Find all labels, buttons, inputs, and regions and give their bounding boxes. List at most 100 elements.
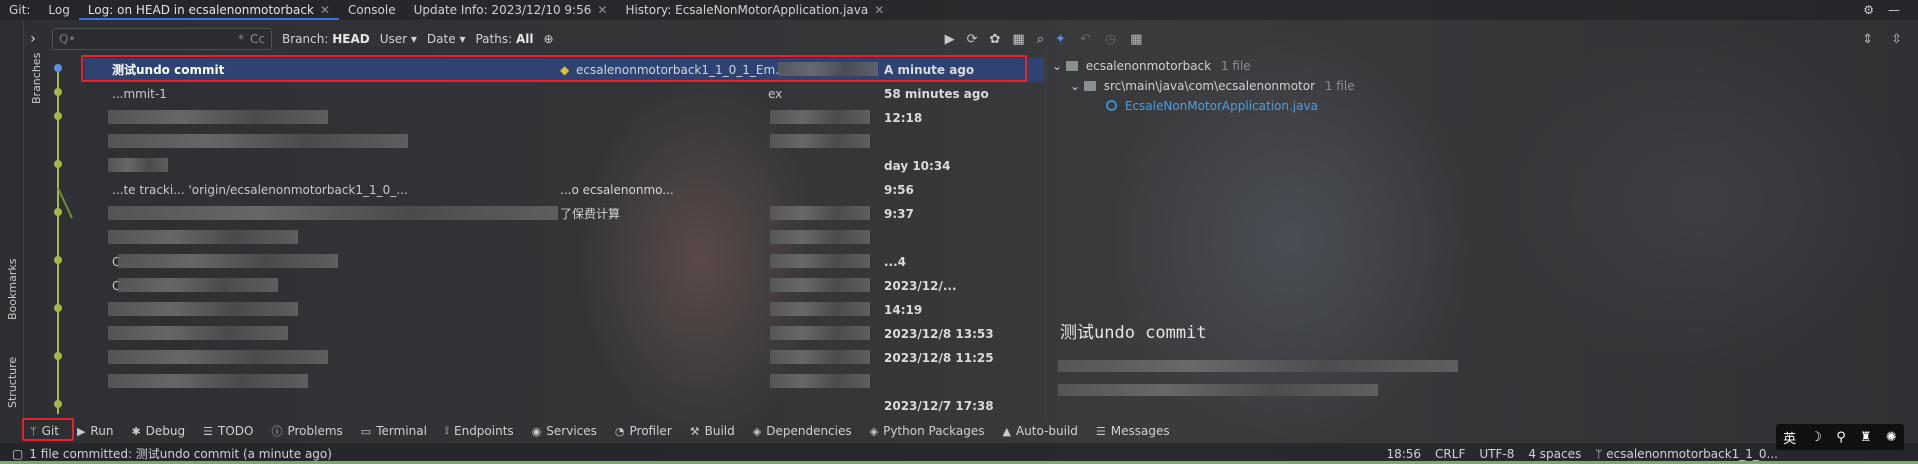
- toolwindow-label: Debug: [145, 424, 186, 438]
- toolwindow-profiler[interactable]: ◔ Profiler: [615, 424, 672, 438]
- tab-log-head[interactable]: Log: on HEAD in ecsalenonmotorback ✕: [78, 0, 339, 20]
- search-box[interactable]: * Cc: [52, 28, 272, 50]
- chevron-right-icon[interactable]: ›: [24, 31, 42, 47]
- grid-icon[interactable]: ▦: [1012, 32, 1024, 47]
- table-row[interactable]: ...te tracki... 'origin/ecsalenonmotorba…: [84, 178, 1044, 202]
- toolwindow-auto-build[interactable]: ▲ Auto-build: [1003, 424, 1078, 438]
- cherry-pick-icon[interactable]: ✿: [990, 32, 1001, 47]
- toolwindow-terminal[interactable]: ▭ Terminal: [361, 424, 427, 438]
- new-tab-icon[interactable]: ⊕: [543, 32, 553, 46]
- dependencies-icon: ◈: [752, 424, 762, 438]
- commit-message: ...te tracki... 'origin/ecsalenonmotorba…: [112, 183, 408, 197]
- file-encoding[interactable]: UTF-8: [1479, 447, 1514, 461]
- user-filter-label: User: [379, 32, 408, 46]
- graph-node: [54, 352, 62, 360]
- status-bar: ▢ 1 file committed: 测试undo commit (a min…: [0, 443, 1918, 464]
- terminal-icon: ▭: [360, 424, 372, 438]
- line-separator[interactable]: CRLF: [1435, 447, 1465, 461]
- redacted-author: [770, 206, 870, 220]
- commit-date: 58 minutes ago: [884, 87, 989, 101]
- refresh-icon[interactable]: ⟳: [967, 32, 978, 47]
- bookmarks-tab[interactable]: Bookmarks: [6, 259, 19, 320]
- toolwindow-dependencies[interactable]: ◈ Dependencies: [753, 424, 852, 438]
- ime-language[interactable]: 英: [1783, 428, 1796, 447]
- toolwindow-problems[interactable]: ⓘ Problems: [271, 423, 342, 439]
- commit-date: ...4: [884, 255, 907, 269]
- chevron-down-icon[interactable]: ⌄: [1070, 79, 1080, 93]
- case-toggle[interactable]: Cc: [250, 32, 265, 46]
- tab-history[interactable]: History: EcsaleNonMotorApplication.java ✕: [616, 0, 893, 20]
- git-branch[interactable]: ᛘ ecsalenonmotorback1_1_0...: [1595, 447, 1778, 461]
- collapse-all-icon[interactable]: ⇳: [1891, 32, 1902, 47]
- close-icon[interactable]: ✕: [874, 3, 884, 17]
- commit-date: 2023/12/8 13:53: [884, 327, 994, 341]
- tree-file[interactable]: EcsaleNonMotorApplication.java: [1052, 96, 1355, 116]
- table-row[interactable]: day 10:34: [84, 154, 1044, 178]
- redacted-text: [108, 110, 328, 124]
- log-toolbar: › * Cc Branch: HEAD User ▾ Date ▾ Paths:…: [24, 26, 1044, 52]
- toolwindow-build[interactable]: ⚒ Build: [690, 424, 735, 438]
- logo-icon[interactable]: ✺: [1886, 430, 1897, 445]
- toolwindow-debug[interactable]: ✱ Debug: [131, 424, 185, 438]
- tab-log[interactable]: Log: [39, 0, 78, 20]
- grid-icon[interactable]: ▦: [1130, 32, 1142, 47]
- user-icon[interactable]: ⚲: [1836, 430, 1846, 445]
- table-row[interactable]: ...mmit-1 ex 58 minutes ago: [84, 82, 1044, 106]
- gear-icon[interactable]: ⚙: [1863, 3, 1874, 17]
- git-tool-title: Git:: [9, 3, 31, 17]
- branch-filter-label: Branch:: [282, 32, 329, 46]
- structure-tab[interactable]: Structure: [6, 357, 19, 408]
- toolwindow-services[interactable]: ◉ Services: [532, 424, 597, 438]
- pin-icon[interactable]: ✦: [1055, 32, 1066, 47]
- regex-icon[interactable]: *: [238, 32, 244, 46]
- status-message[interactable]: 1 file committed: 测试undo commit (a minut…: [29, 445, 332, 462]
- profiler-icon: ◔: [614, 424, 625, 438]
- minimize-icon[interactable]: —: [1888, 3, 1900, 17]
- search-input[interactable]: [59, 32, 233, 46]
- date-filter[interactable]: Date ▾: [427, 32, 466, 46]
- cursor-position[interactable]: 18:56: [1386, 447, 1421, 461]
- toolwindow-messages[interactable]: ☰ Messages: [1096, 424, 1170, 438]
- graph-node: [54, 160, 62, 168]
- status-toggle-icon[interactable]: ▢: [12, 447, 23, 461]
- history-icon[interactable]: ◷: [1105, 32, 1116, 47]
- toolwindow-run[interactable]: ▶ Run: [77, 424, 113, 438]
- chevron-down-icon[interactable]: ⌄: [1052, 59, 1062, 73]
- user-filter[interactable]: User ▾: [380, 32, 417, 46]
- redacted-text: [108, 326, 288, 340]
- toolwindow-endpoints[interactable]: ⟟ Endpoints: [445, 424, 514, 438]
- shirt-icon[interactable]: ♜: [1860, 430, 1872, 445]
- graph-node: [54, 400, 62, 408]
- moon-icon[interactable]: ☽: [1810, 430, 1822, 445]
- graph-node: [54, 64, 62, 72]
- table-row[interactable]: 2023/12/7 17:38: [84, 394, 1044, 418]
- toolwindow-todo[interactable]: ☰ TODO: [203, 424, 253, 438]
- todo-icon: ☰: [203, 424, 213, 438]
- graph-node: [54, 88, 62, 96]
- tree-folder-count: 1 file: [1324, 79, 1355, 93]
- paths-filter[interactable]: Paths: All: [475, 32, 533, 46]
- branch-filter-value: HEAD: [332, 32, 370, 46]
- commit-date: 2023/12/8 11:25: [884, 351, 994, 365]
- indent-setting[interactable]: 4 spaces: [1528, 447, 1581, 461]
- tree-folder[interactable]: ⌄ src\main\java\com\ecsalenonmotor 1 fil…: [1052, 76, 1355, 96]
- close-icon[interactable]: ✕: [597, 3, 607, 17]
- commit-date: 2023/12/7 17:38: [884, 399, 994, 413]
- search-icon[interactable]: ⌕: [1037, 32, 1044, 47]
- tree-root[interactable]: ⌄ ecsalenonmotorback 1 file: [1052, 56, 1355, 76]
- left-tool-strip: Branches Bookmarks Structure: [0, 20, 43, 424]
- commit-author: ex: [768, 87, 783, 101]
- tab-update-info[interactable]: Update Info: 2023/12/10 9:56 ✕: [405, 0, 617, 20]
- highlight-box: [22, 418, 74, 441]
- endpoints-icon: ⟟: [444, 424, 449, 437]
- branch-filter[interactable]: Branch: HEAD: [282, 32, 370, 46]
- close-icon[interactable]: ✕: [320, 3, 330, 17]
- tool-window-tabs: Git: Log Log: on HEAD in ecsalenonmotorb…: [0, 0, 1918, 20]
- expand-all-icon[interactable]: ⇕: [1862, 32, 1873, 47]
- play-icon[interactable]: ▶: [945, 32, 955, 47]
- toolwindow-python-packages[interactable]: ◈ Python Packages: [870, 424, 985, 438]
- undo-icon[interactable]: ↶: [1080, 32, 1091, 47]
- tab-console[interactable]: Console: [339, 0, 405, 20]
- python-packages-icon: ◈: [869, 424, 879, 438]
- tree-file-label: EcsaleNonMotorApplication.java: [1124, 99, 1318, 113]
